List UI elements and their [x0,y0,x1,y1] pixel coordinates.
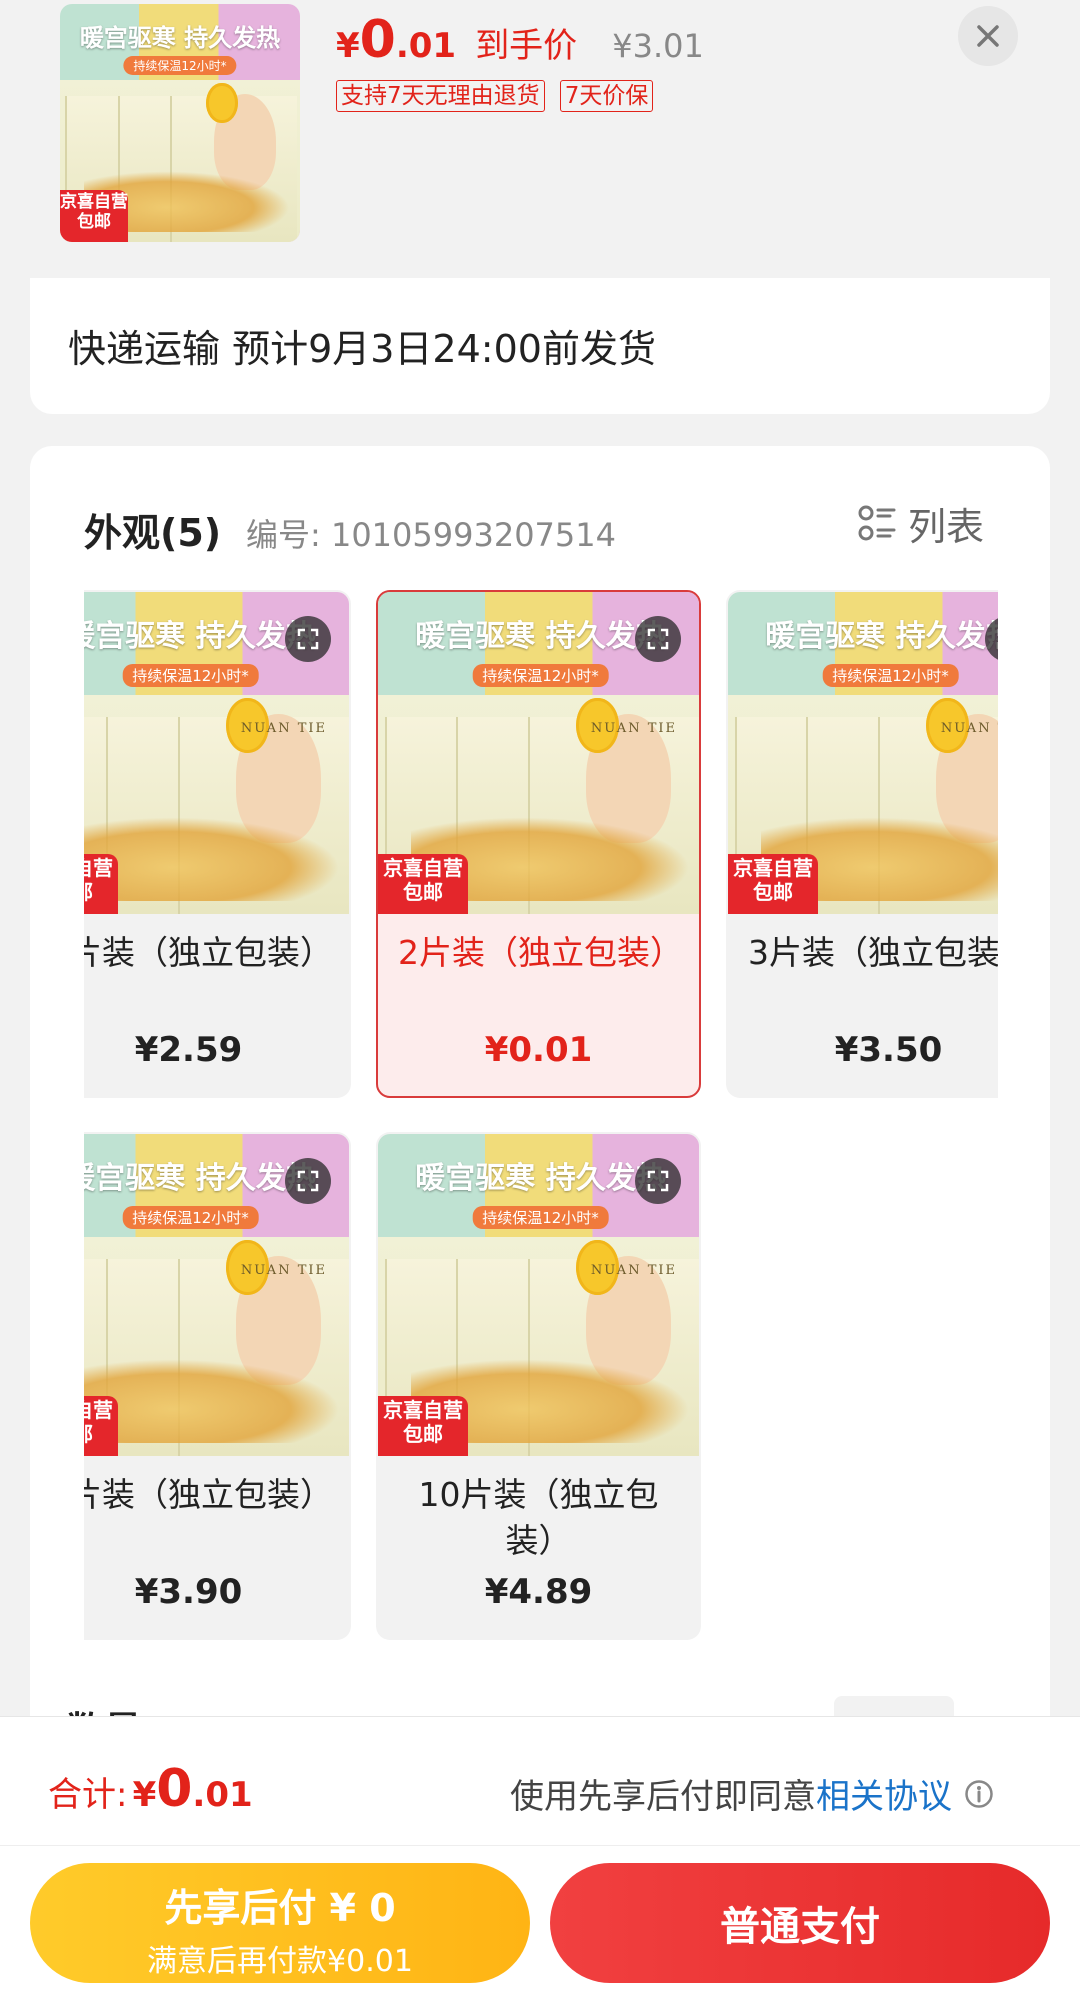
expand-icon [997,628,998,650]
appearance-code: 编号: 10105993207514 [246,516,616,554]
service-tags: 支持7天无理由退货 7天价保 [336,80,654,112]
pay-later-button[interactable]: 先享后付 ¥ 0 满意后再付款¥0.01 [30,1863,530,1983]
variant-price: ¥2.59 [134,1030,243,1070]
tile-badge: 京喜自营包邮 [378,1396,468,1456]
expand-button[interactable] [635,1158,681,1204]
variant-tile[interactable]: 暖宫驱寒 持久发热 持续保温12小时* NUAN TIE 京喜自营包邮 1片装（… [84,590,351,1098]
expand-button[interactable] [285,1158,331,1204]
tile-badge: 京喜自营包邮 [378,854,468,914]
variant-price: ¥0.01 [484,1030,593,1070]
variant-label: 1片装（独立包装） [84,933,333,972]
tile-pill: 持续保温12小时* [472,664,609,687]
variant-grid: 暖宫驱寒 持久发热 持续保温12小时* NUAN TIE 京喜自营包邮 1片装（… [84,590,998,1690]
price-int: 0 [359,10,396,70]
total-dec: .01 [192,1775,253,1815]
price-row: ¥0.01 到手价 ¥3.01 [336,10,704,70]
variant-price: ¥4.89 [484,1572,593,1612]
tile-brand: NUAN TIE [940,720,998,736]
tile-brand: NUAN TIE [590,720,677,736]
tile-pill: 持续保温12小时* [122,1206,259,1229]
tile-pill: 持续保温12小时* [122,664,259,687]
variant-label: 2片装（独立包装） [398,933,683,972]
appearance-card: 外观(5) 编号: 10105993207514 列表 暖宫驱寒 持久发热 持续… [30,446,1050,1746]
variant-price: ¥3.90 [134,1572,243,1612]
footer-bar: 合计: ¥0.01 使用先享后付即同意 相关协议 先享后付 ¥ 0 满意后再付款¥… [0,1716,1080,1993]
original-price: ¥3.01 [612,27,704,65]
tile-badge: 京喜自营包邮 [84,854,118,914]
total-symbol: ¥ [132,1775,157,1815]
product-thumbnail: 暖宫驱寒 持久发热 持续保温12小时* 京喜自营 包邮 [60,4,300,242]
total-int: 0 [156,1759,193,1819]
agreement-text: 使用先享后付即同意 [510,1777,816,1817]
close-button[interactable] [958,6,1018,66]
appearance-title: 外观(5) [84,511,222,555]
total-row: 合计: ¥0.01 [48,1759,253,1819]
info-icon[interactable] [964,1779,994,1809]
price-symbol: ¥ [336,26,360,66]
expand-button[interactable] [635,616,681,662]
tile-pill: 持续保温12小时* [822,664,959,687]
expand-icon [647,1170,669,1192]
price-dec: .01 [395,26,457,66]
agreement-row: 使用先享后付即同意 相关协议 [510,1769,994,1818]
tile-brand: NUAN TIE [590,1262,677,1278]
variant-label: 10片装（独立包装） [418,1475,659,1560]
tag-price-protect: 7天价保 [559,80,654,112]
agreement-link[interactable]: 相关协议 [816,1769,952,1818]
expand-icon [647,628,669,650]
variant-price: ¥3.50 [834,1030,943,1070]
tile-badge: 京喜自营包邮 [728,854,818,914]
tile-brand: NUAN TIE [240,1262,327,1278]
thumb-pill: 持续保温12小时* [123,56,237,75]
pay-button[interactable]: 普通支付 [550,1863,1050,1983]
close-icon [977,25,999,47]
list-icon [858,505,896,541]
shipping-card: 快递运输 预计9月3日24:00前发货 [30,278,1050,414]
tile-pill: 持续保温12小时* [472,1206,609,1229]
pay-later-title: 先享后付 ¥ 0 [164,1886,396,1930]
tile-brand: NUAN TIE [240,720,327,736]
expand-icon [297,628,319,650]
variant-tile[interactable]: 暖宫驱寒 持久发热 持续保温12小时* NUAN TIE 京喜自营包邮 3片装（… [726,590,998,1098]
variant-tile[interactable]: 暖宫驱寒 持久发热 持续保温12小时* NUAN TIE 京喜自营包邮 5片装（… [84,1132,351,1640]
tile-headline: 暖宫驱寒 持久发热 [765,619,998,655]
footer-divider [0,1845,1080,1846]
tag-return: 支持7天无理由退货 [336,80,545,112]
variant-tile[interactable]: 暖宫驱寒 持久发热 持续保温12小时* NUAN TIE 京喜自营 包邮 10片装… [376,1132,701,1640]
variant-label: 5片装（独立包装） [84,1475,333,1514]
expand-icon [297,1170,319,1192]
total-label: 合计: [48,1775,128,1815]
variant-tile-selected[interactable]: 暖宫驱寒 持久发热 持续保温12小时* NUAN TIE 京喜自营 包邮 2片装（… [376,590,701,1098]
pay-later-sub: 满意后再付款¥0.01 [147,1944,413,1979]
price-label: 到手价 [475,26,578,66]
thumb-headline: 暖宫驱寒 持久发热 [79,24,281,53]
expand-button[interactable] [285,616,331,662]
tile-badge: 京喜自营包邮 [84,1396,118,1456]
variant-label: 3片装（独立包装） [748,933,998,972]
list-view-toggle[interactable]: 列表 [858,498,984,549]
shipping-text: 快递运输 预计9月3日24:00前发货 [68,327,656,371]
thumb-badge: 京喜自营 包邮 [60,190,128,242]
